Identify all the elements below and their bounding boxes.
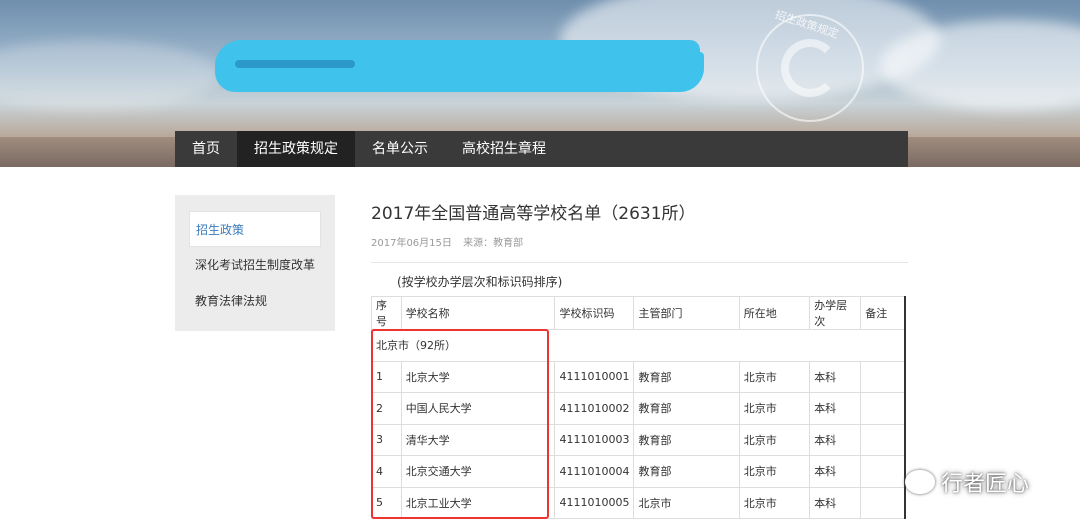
cell-level: 本科: [809, 423, 862, 456]
watermark: 行者匠心: [905, 466, 1029, 498]
cell-no: 5: [371, 486, 402, 519]
nav-home[interactable]: 首页: [175, 131, 237, 167]
seal-icon: [781, 39, 839, 97]
cell-location: 北京市: [738, 360, 811, 393]
sidebar-item-exam-reform[interactable]: 深化考试招生制度改革: [189, 247, 321, 283]
cell-no: 4: [371, 455, 402, 488]
cell-no: 3: [371, 423, 402, 456]
sidebar-item-education-law[interactable]: 教育法律法规: [189, 283, 321, 319]
cell-dept: 教育部: [633, 392, 740, 425]
table-row: 4 北京交通大学 4111010004 教育部 北京市 本科: [371, 455, 907, 488]
page-title: 2017年全国普通高等学校名单（2631所）: [371, 204, 696, 224]
cell-dept: 教育部: [633, 455, 740, 488]
column-header: 所在地: [738, 296, 811, 330]
cell-code: 4111010005: [554, 486, 635, 519]
divider: [371, 262, 908, 263]
cell-school-name: 中国人民大学: [400, 392, 556, 425]
cell-level: 本科: [809, 360, 862, 393]
watermark-text: 行者匠心: [941, 472, 1030, 497]
cell-code: 4111010002: [554, 392, 635, 425]
cell-level: 本科: [809, 455, 862, 488]
column-header: 办学层次: [809, 296, 862, 330]
cell-level: 本科: [809, 392, 862, 425]
table-row: 3 清华大学 4111010003 教育部 北京市 本科: [371, 423, 907, 456]
school-table: 序号 学校名称 学校标识码 主管部门 所在地 办学层次 备注 北京市（92所） …: [371, 296, 907, 519]
cell-level: 本科: [809, 486, 862, 519]
cell-dept: 教育部: [633, 360, 740, 393]
cell-location: 北京市: [738, 455, 811, 488]
article-meta: 2017年06月15日 来源：教育部: [371, 234, 908, 249]
table-header-row: 序号 学校名称 学校标识码 主管部门 所在地 办学层次 备注: [371, 296, 907, 330]
cell-location: 北京市: [738, 392, 811, 425]
cell-school-name: 北京大学: [400, 360, 556, 393]
article: 2017年全国普通高等学校名单（2631所） 2017年06月15日 来源：教育…: [371, 200, 908, 289]
cell-remark: [860, 392, 907, 425]
cell-school-name: 北京交通大学: [400, 455, 556, 488]
cell-dept: 北京市: [633, 486, 740, 519]
column-header: 序号: [371, 296, 402, 330]
group-row: 北京市（92所）: [371, 329, 906, 362]
article-source: 来源：教育部: [463, 238, 524, 249]
group-label: 北京市（92所）: [371, 329, 906, 362]
cell-location: 北京市: [738, 486, 811, 519]
cell-code: 4111010004: [554, 455, 635, 488]
cell-school-name: 北京工业大学: [400, 486, 556, 519]
cell-code: 4111010001: [554, 360, 635, 393]
cell-code: 4111010003: [554, 423, 635, 456]
sidebar: 招生政策 深化考试招生制度改革 教育法律法规: [175, 195, 335, 331]
column-header: 主管部门: [633, 296, 740, 330]
table-row: 2 中国人民大学 4111010002 教育部 北京市 本科: [371, 392, 907, 425]
cell-dept: 教育部: [633, 423, 740, 456]
cell-remark: [860, 486, 907, 519]
nav-list-publicity[interactable]: 名单公示: [355, 131, 445, 167]
table-row: 5 北京工业大学 4111010005 北京市 北京市 本科: [371, 486, 907, 519]
sidebar-item-admission-policy[interactable]: 招生政策: [189, 211, 321, 247]
column-header: 学校名称: [400, 296, 556, 330]
article-date: 2017年06月15日: [371, 238, 452, 249]
nav-admission-policy[interactable]: 招生政策规定: [237, 131, 355, 167]
column-header: 学校标识码: [554, 296, 635, 330]
column-header: 备注: [860, 296, 907, 330]
cell-remark: [860, 455, 907, 488]
cell-school-name: 清华大学: [400, 423, 556, 456]
wechat-icon: [905, 470, 935, 494]
table-row: 1 北京大学 4111010001 教育部 北京市 本科: [371, 360, 907, 393]
nav-admission-charter[interactable]: 高校招生章程: [445, 131, 563, 167]
cell-no: 1: [371, 360, 402, 393]
cell-remark: [860, 360, 907, 393]
sort-note: (按学校办学层次和标识码排序): [397, 275, 563, 289]
cell-no: 2: [371, 392, 402, 425]
cell-location: 北京市: [738, 423, 811, 456]
redacted-logo: [215, 40, 700, 92]
main-nav: 首页 招生政策规定 名单公示 高校招生章程: [175, 131, 908, 167]
cloud: [0, 40, 220, 110]
cell-remark: [860, 423, 907, 456]
